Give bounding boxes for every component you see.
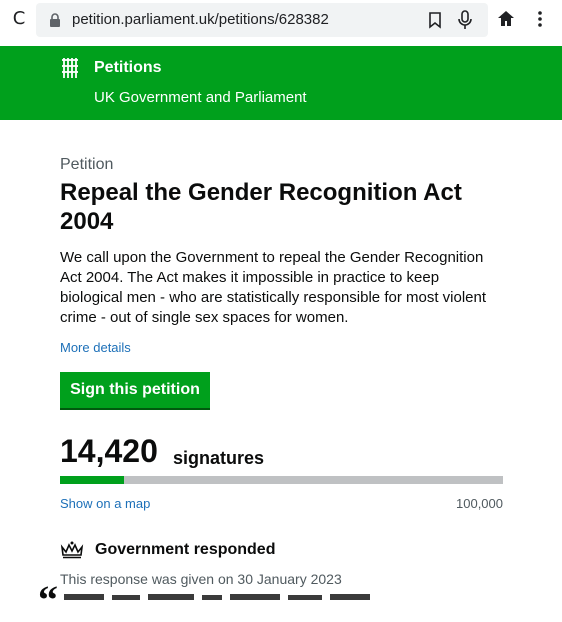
signature-goal: 100,000: [456, 496, 503, 511]
signature-count: 14,420: [60, 433, 158, 469]
signature-progress-bar: [60, 476, 503, 484]
url-text: petition.parliament.uk/petitions/628382: [72, 11, 329, 28]
page-title: Repeal the Gender Recognition Act 2004: [60, 179, 462, 235]
home-icon[interactable]: [496, 9, 516, 29]
browser-toolbar: C petition.parliament.uk/petitions/62838…: [0, 0, 562, 40]
bookmark-icon[interactable]: [426, 11, 444, 29]
quote-mark-icon: “: [38, 577, 58, 622]
reload-icon[interactable]: C: [8, 8, 30, 30]
more-details-link[interactable]: More details: [60, 340, 131, 356]
sign-petition-button[interactable]: Sign this petition: [60, 372, 210, 408]
mic-icon[interactable]: [456, 10, 474, 30]
signature-progress-fill: [60, 476, 124, 484]
brand-title[interactable]: Petitions: [94, 58, 162, 78]
brand-subtitle: UK Government and Parliament: [94, 89, 307, 106]
address-bar[interactable]: petition.parliament.uk/petitions/628382: [36, 3, 488, 37]
government-response-heading: Government responded: [95, 541, 276, 558]
show-on-map-link[interactable]: Show on a map: [60, 496, 150, 512]
site-header: Petitions UK Government and Parliament: [0, 46, 562, 120]
crown-icon: [60, 541, 84, 559]
petition-description: We call upon the Government to repeal th…: [60, 249, 487, 326]
signature-label: signatures: [173, 448, 265, 468]
response-date: This response was given on 30 January 20…: [60, 571, 342, 587]
lock-icon: [50, 13, 60, 27]
petition-kicker: Petition: [60, 156, 114, 173]
more-menu-icon[interactable]: [530, 9, 550, 29]
truncated-response-text: [64, 594, 370, 600]
portcullis-icon: [62, 58, 78, 78]
